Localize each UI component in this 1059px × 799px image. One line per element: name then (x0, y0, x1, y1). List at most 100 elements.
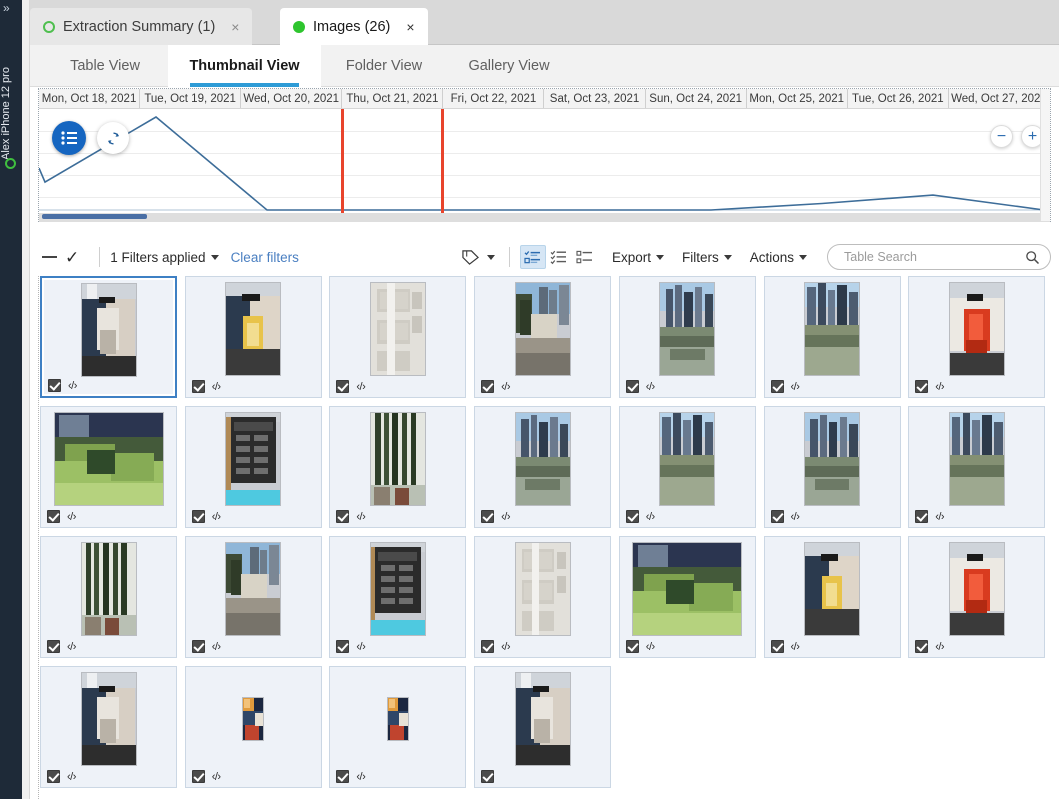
timeline-date-column[interactable]: Mon, Oct 18, 2021 (39, 89, 141, 108)
expand-rail-icon[interactable]: » (3, 2, 10, 14)
thumbnail-cell[interactable]: ‹/› (329, 276, 467, 398)
checked-checkbox-icon[interactable] (47, 510, 60, 523)
checked-checkbox-icon[interactable] (481, 380, 495, 393)
timeline-date-column[interactable]: Wed, Oct 27, 2021 (949, 89, 1050, 108)
export-menu[interactable]: Export (612, 250, 668, 265)
thumbnail-image[interactable] (514, 672, 571, 766)
thumbnail-image[interactable] (53, 412, 164, 506)
code-tag-icon[interactable]: ‹/› (646, 381, 655, 393)
checked-checkbox-icon[interactable] (481, 510, 495, 523)
code-tag-icon[interactable]: ‹/› (212, 511, 221, 523)
thumbnail-cell[interactable]: ‹/› (474, 536, 612, 658)
thumbnail-cell[interactable]: ‹/› (908, 276, 1046, 398)
checked-checkbox-icon[interactable] (481, 770, 495, 783)
list-detail-icon[interactable] (519, 245, 546, 269)
code-tag-icon[interactable]: ‹/› (356, 381, 365, 393)
thumbnail-image[interactable] (369, 282, 426, 376)
list-view-icon[interactable] (52, 121, 86, 155)
tab-extraction-summary[interactable]: Extraction Summary (1) × (30, 8, 253, 45)
timeline-chart[interactable]: − + (39, 109, 1050, 222)
thumbnail-cell[interactable]: ‹/› (763, 406, 901, 528)
code-tag-icon[interactable]: ‹/› (501, 381, 510, 393)
code-tag-icon[interactable]: ‹/› (212, 381, 221, 393)
thumbnail-image[interactable] (80, 672, 137, 766)
code-tag-icon[interactable]: ‹/› (935, 381, 944, 393)
clear-filters-button[interactable]: Clear filters (231, 250, 299, 265)
thumbnail-cell[interactable]: ‹/› (184, 666, 322, 788)
thumbnail-cell[interactable] (474, 666, 612, 788)
checked-checkbox-icon[interactable] (191, 510, 205, 523)
thumbnail-cell[interactable]: ‹/› (618, 276, 756, 398)
minus-icon[interactable] (42, 256, 57, 258)
thumbnail-image[interactable] (242, 697, 265, 741)
list-compact-icon[interactable] (546, 245, 572, 269)
thumbnail-cell[interactable]: ‹/› (40, 276, 177, 398)
code-tag-icon[interactable]: ‹/› (791, 511, 800, 523)
search-input[interactable] (842, 249, 1025, 265)
thumbnail-image[interactable] (948, 282, 1005, 376)
thumbnail-image[interactable] (659, 412, 716, 506)
thumbnail-image[interactable] (225, 282, 282, 376)
timeline-date-column[interactable]: Tue, Oct 19, 2021 (140, 89, 242, 108)
thumbnail-image[interactable] (514, 542, 571, 636)
code-tag-icon[interactable]: ‹/› (212, 641, 221, 653)
code-tag-icon[interactable]: ‹/› (356, 771, 365, 783)
thumbnail-image[interactable] (386, 697, 409, 741)
thumbnail-cell[interactable]: ‹/› (908, 536, 1046, 658)
thumbnail-cell[interactable]: ‹/› (763, 536, 901, 658)
zoom-out-button[interactable]: − (990, 125, 1013, 148)
thumbnail-cell[interactable]: ‹/› (618, 406, 756, 528)
tag-icon[interactable] (461, 249, 480, 266)
checked-checkbox-icon[interactable] (191, 640, 205, 653)
checked-checkbox-icon[interactable] (770, 510, 784, 523)
thumbnail-image[interactable] (80, 283, 137, 377)
timeline-date-column[interactable]: Sat, Oct 23, 2021 (545, 89, 646, 108)
checked-checkbox-icon[interactable] (336, 380, 350, 393)
timeline-scrollbar[interactable] (39, 213, 1050, 222)
thumbnail-image[interactable] (948, 412, 1005, 506)
checked-checkbox-icon[interactable] (625, 380, 639, 393)
thumbnail-image[interactable] (632, 542, 743, 636)
checked-checkbox-icon[interactable] (625, 640, 639, 653)
tag-chevron-down-icon[interactable] (486, 254, 495, 260)
thumbnail-image[interactable] (369, 412, 426, 506)
checked-checkbox-icon[interactable] (770, 380, 784, 393)
thumbnail-image[interactable] (804, 412, 860, 506)
thumbnail-image[interactable] (514, 282, 571, 376)
timeline-scroll-thumb[interactable] (42, 214, 147, 219)
thumbnail-cell[interactable]: ‹/› (329, 536, 467, 658)
checked-checkbox-icon[interactable] (336, 640, 350, 653)
checked-checkbox-icon[interactable] (625, 510, 639, 523)
thumbnail-image[interactable] (225, 542, 282, 636)
code-tag-icon[interactable]: ‹/› (356, 641, 365, 653)
thumbnail-image[interactable] (80, 542, 137, 636)
code-tag-icon[interactable]: ‹/› (646, 641, 655, 653)
code-tag-icon[interactable]: ‹/› (935, 511, 944, 523)
thumbnail-cell[interactable]: ‹/› (908, 406, 1046, 528)
thumbnail-cell[interactable]: ‹/› (474, 406, 612, 528)
thumbnail-cell[interactable]: ‹/› (474, 276, 612, 398)
thumbnail-cell[interactable]: ‹/› (618, 536, 756, 658)
thumbnail-image[interactable] (225, 412, 282, 506)
thumbnail-cell[interactable]: ‹/› (40, 666, 177, 788)
checked-checkbox-icon[interactable] (47, 640, 60, 653)
code-tag-icon[interactable]: ‹/› (67, 771, 76, 783)
refresh-sync-icon[interactable] (97, 122, 129, 154)
checked-checkbox-icon[interactable] (336, 770, 350, 783)
timeline-date-column[interactable]: Sun, Oct 24, 2021 (646, 89, 747, 108)
filters-menu[interactable]: Filters (682, 250, 736, 265)
checked-checkbox-icon[interactable] (47, 770, 60, 783)
code-tag-icon[interactable]: ‹/› (646, 511, 655, 523)
tab-table-view[interactable]: Table View (50, 45, 160, 87)
checked-checkbox-icon[interactable] (915, 510, 929, 523)
code-tag-icon[interactable]: ‹/› (67, 511, 76, 523)
timeline-date-column[interactable]: Mon, Oct 25, 2021 (747, 89, 848, 108)
code-tag-icon[interactable]: ‹/› (68, 380, 77, 392)
checked-checkbox-icon[interactable] (191, 380, 205, 393)
tab-thumbnail-view[interactable]: Thumbnail View (168, 45, 321, 87)
thumbnail-cell[interactable]: ‹/› (329, 406, 467, 528)
checked-checkbox-icon[interactable] (770, 640, 784, 653)
thumbnail-cell[interactable]: ‹/› (329, 666, 467, 788)
code-tag-icon[interactable]: ‹/› (501, 641, 510, 653)
list-simple-icon[interactable] (572, 245, 598, 269)
